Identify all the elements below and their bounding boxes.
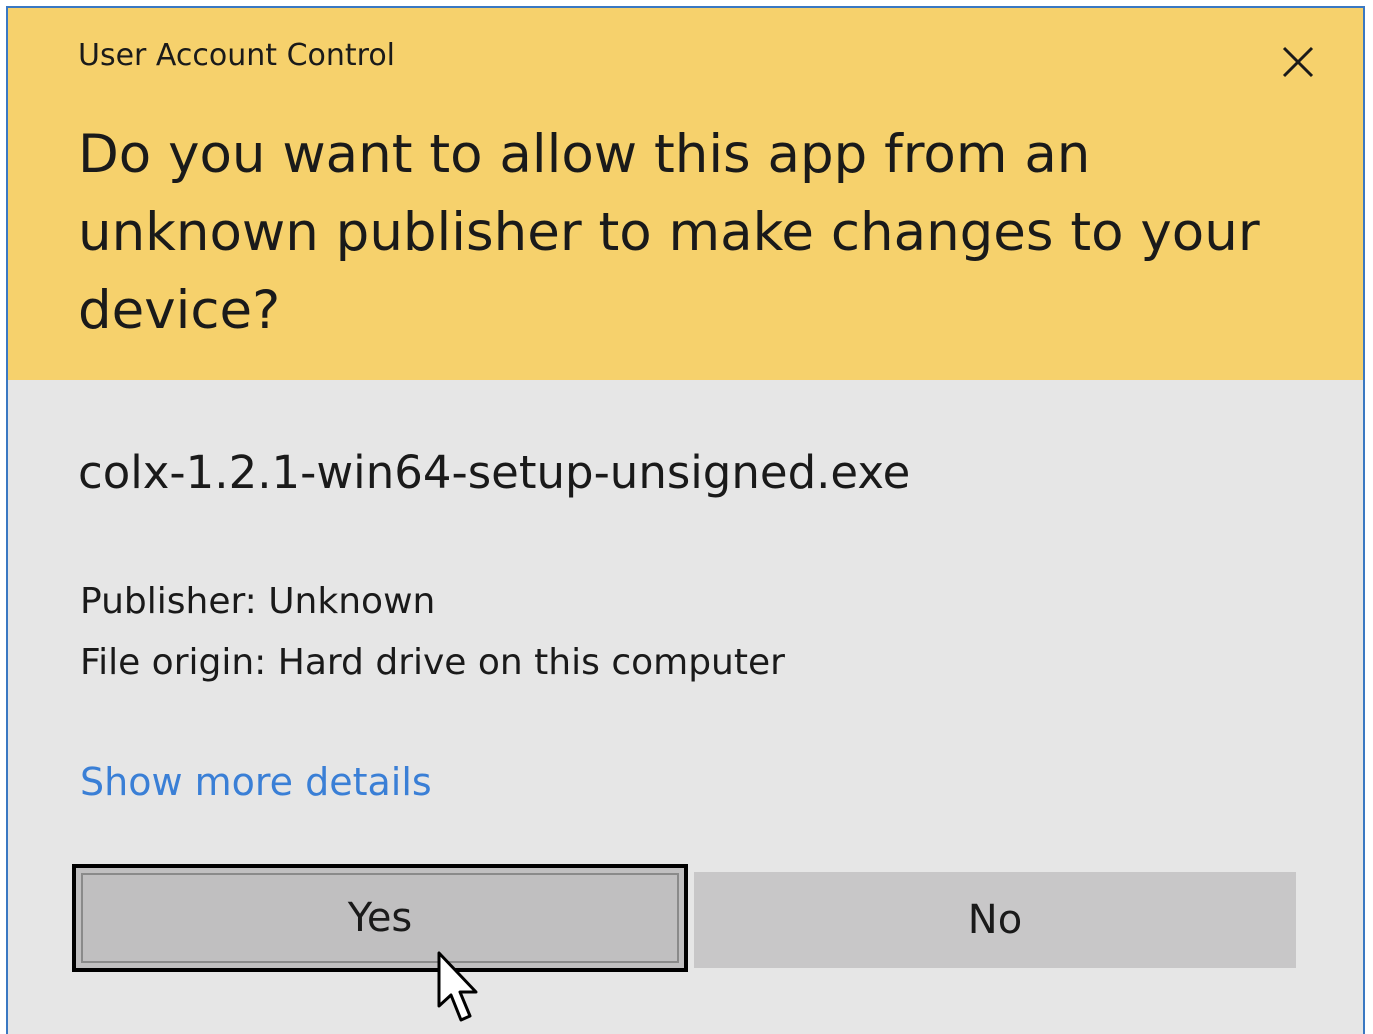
publisher-info: Publisher: Unknown bbox=[80, 581, 436, 622]
file-origin-info: File origin: Hard drive on this computer bbox=[80, 642, 785, 683]
yes-button-label: Yes bbox=[347, 895, 413, 941]
prompt-question: Do you want to allow this app from an un… bbox=[78, 124, 1260, 341]
close-icon bbox=[1282, 46, 1314, 78]
no-button[interactable]: No bbox=[694, 872, 1296, 968]
close-button[interactable] bbox=[1270, 34, 1326, 90]
show-more-details-link[interactable]: Show more details bbox=[80, 760, 432, 804]
dialog-header: User Account Control Do you want to allo… bbox=[8, 8, 1363, 380]
window-title: User Account Control bbox=[78, 38, 396, 73]
no-button-label: No bbox=[967, 897, 1023, 943]
app-name: colx-1.2.1-win64-setup-unsigned.exe bbox=[78, 446, 911, 499]
uac-dialog: User Account Control Do you want to allo… bbox=[6, 6, 1365, 1034]
yes-button[interactable]: Yes bbox=[72, 864, 688, 972]
